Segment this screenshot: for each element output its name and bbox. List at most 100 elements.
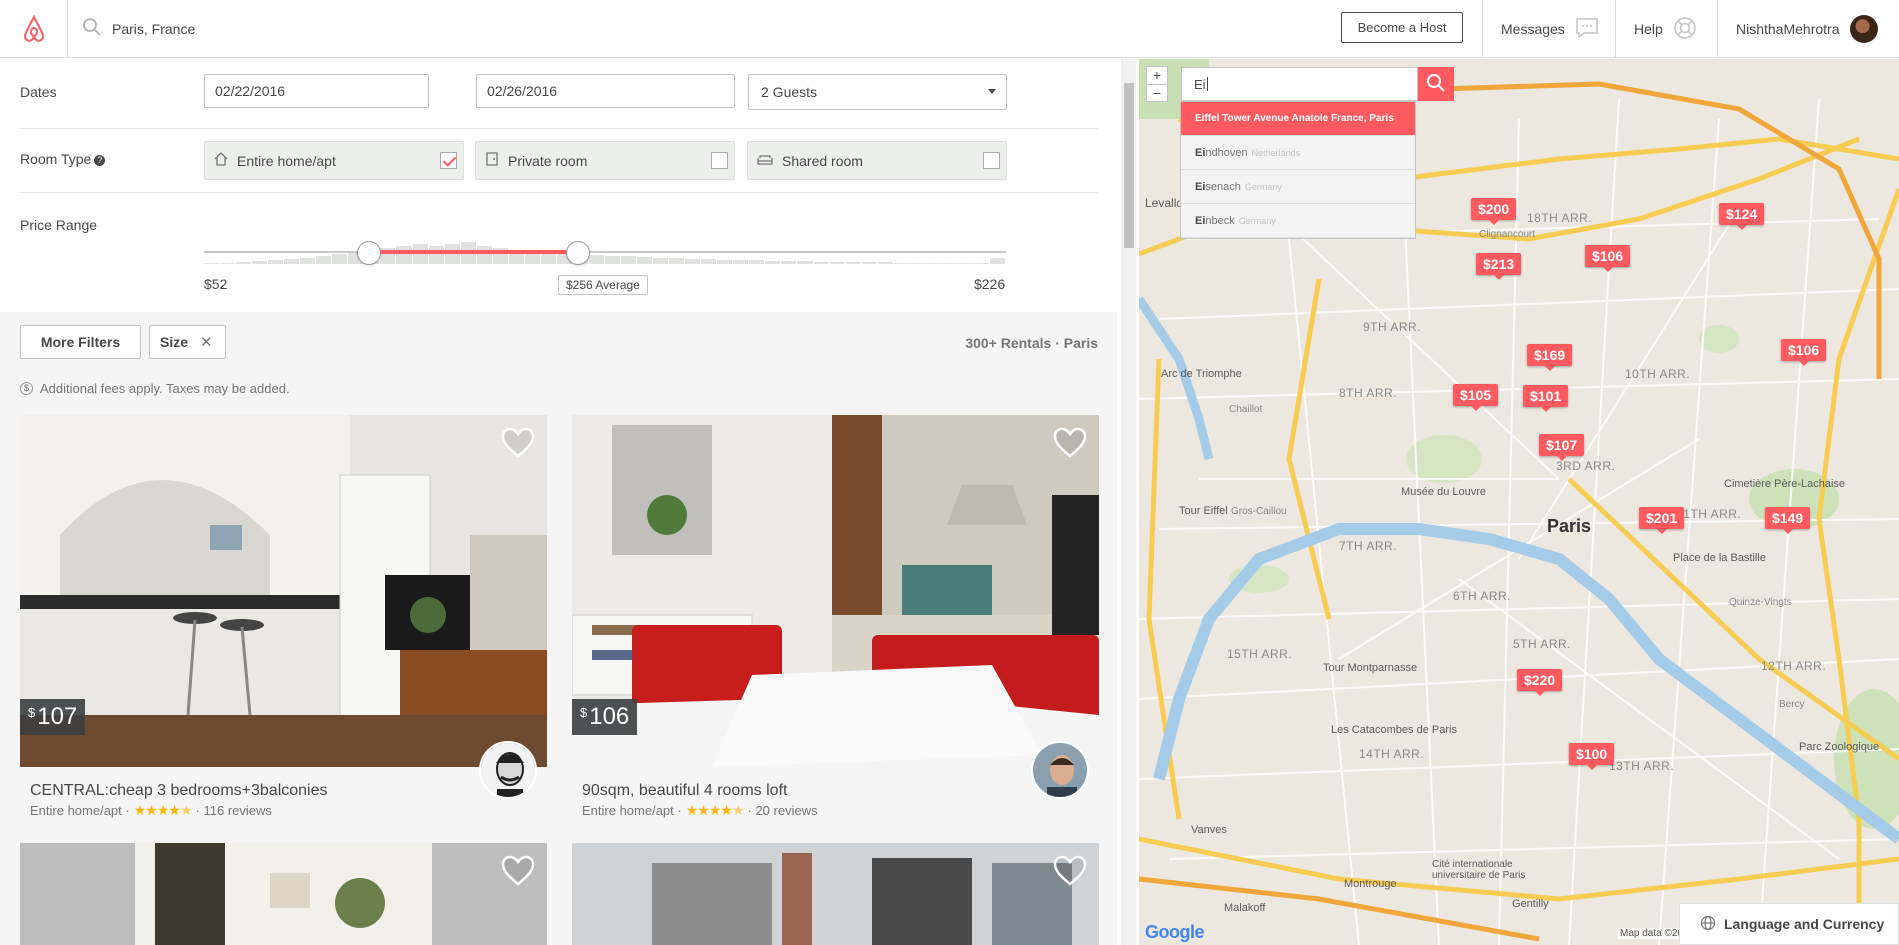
price-min-label: $52 bbox=[204, 276, 228, 292]
map-price-pin[interactable]: $101 bbox=[1523, 385, 1569, 412]
map-label: Bercy bbox=[1779, 699, 1805, 710]
price-range-label: Price Range bbox=[20, 217, 98, 233]
messages-menu[interactable]: Messages bbox=[1482, 0, 1632, 58]
autocomplete-option[interactable]: Ei nbeck Germany bbox=[1181, 204, 1415, 238]
listing-photo[interactable] bbox=[572, 415, 1099, 767]
autocomplete-option[interactable]: Ei senach Germany bbox=[1181, 170, 1415, 204]
autocomplete-option[interactable]: Ei ndhoven Netherlands bbox=[1181, 136, 1415, 170]
map-label: 8TH ARR. bbox=[1339, 386, 1398, 400]
map-panel[interactable]: 18TH ARR. 9TH ARR. 8TH ARR. 7TH ARR. 6TH… bbox=[1139, 59, 1899, 945]
map-price-pin[interactable]: $220 bbox=[1517, 669, 1563, 696]
heart-icon[interactable] bbox=[1053, 855, 1087, 890]
listing-card[interactable] bbox=[572, 843, 1099, 945]
host-avatar[interactable] bbox=[479, 741, 537, 799]
listing-photo[interactable] bbox=[20, 843, 547, 945]
map-label-city: Paris bbox=[1547, 516, 1592, 536]
guests-select[interactable]: 2 Guests bbox=[748, 74, 1007, 110]
histogram-bar bbox=[765, 261, 781, 264]
map-label: Gros-Caillou bbox=[1231, 506, 1287, 517]
room-type-shared-room[interactable]: Shared room bbox=[747, 141, 1007, 180]
size-filter-chip[interactable]: Size ✕ bbox=[149, 325, 226, 359]
entire-home-checkbox[interactable] bbox=[440, 152, 457, 169]
map-price-pin[interactable]: $100 bbox=[1569, 743, 1615, 770]
listing-card[interactable] bbox=[20, 843, 547, 945]
room-type-private-room[interactable]: Private room bbox=[475, 141, 735, 180]
listing-title[interactable]: CENTRAL:cheap 3 bedrooms+3balconies bbox=[30, 782, 328, 800]
fees-note-text: Additional fees apply. Taxes may be adde… bbox=[40, 381, 290, 396]
map-label: Vanves bbox=[1191, 824, 1227, 836]
listing-photo[interactable] bbox=[572, 843, 1099, 945]
histogram-bar bbox=[957, 263, 973, 264]
map-label: 11TH ARR. bbox=[1677, 507, 1742, 521]
map-label: Tour Eiffel bbox=[1179, 505, 1228, 517]
airbnb-logo-icon[interactable] bbox=[0, 0, 68, 58]
price-max-handle[interactable] bbox=[566, 241, 590, 265]
guests-value: 2 Guests bbox=[761, 84, 818, 100]
host-avatar[interactable] bbox=[1031, 741, 1089, 799]
histogram-bar bbox=[909, 263, 925, 264]
map-label: 6TH ARR. bbox=[1453, 589, 1512, 603]
map-price-pin[interactable]: $106 bbox=[1585, 245, 1631, 272]
listing-price-tag: $ 106 bbox=[572, 699, 638, 735]
user-menu[interactable]: NishthaMehrotra bbox=[1717, 0, 1899, 58]
room-type-entire-home[interactable]: Entire home/apt bbox=[204, 141, 464, 180]
shared-room-checkbox[interactable] bbox=[983, 152, 1000, 169]
close-icon[interactable]: ✕ bbox=[200, 333, 213, 351]
price-slider-track[interactable] bbox=[204, 251, 1006, 253]
heart-icon[interactable] bbox=[1053, 427, 1087, 462]
histogram-bar bbox=[733, 260, 749, 264]
listing-reviews[interactable]: 116 reviews bbox=[203, 803, 271, 818]
listing-reviews[interactable]: 20 reviews bbox=[755, 803, 817, 818]
map-label: Tour Montparnasse bbox=[1323, 662, 1418, 674]
heart-icon[interactable] bbox=[501, 855, 535, 890]
results-panel: Dates 02/22/2016 02/26/2016 2 Guests Roo… bbox=[0, 59, 1117, 945]
location-search-input[interactable] bbox=[112, 20, 512, 37]
listing-title[interactable]: 90sqm, beautiful 4 rooms loft bbox=[582, 782, 787, 800]
map-price-pin[interactable]: $201 bbox=[1639, 507, 1685, 534]
private-room-checkbox[interactable] bbox=[711, 152, 728, 169]
zoom-out-button[interactable]: − bbox=[1147, 85, 1167, 102]
histogram-bar bbox=[220, 263, 236, 264]
map-price-pin[interactable]: $106 bbox=[1781, 339, 1827, 366]
map-price-pin[interactable]: $200 bbox=[1471, 198, 1517, 225]
globe-icon bbox=[1700, 915, 1716, 934]
room-type-label: Room Type? bbox=[20, 151, 106, 167]
checkout-input[interactable]: 02/26/2016 bbox=[476, 74, 735, 108]
histogram-bar bbox=[204, 263, 220, 264]
google-logo: Google bbox=[1145, 922, 1205, 942]
map-price-pin[interactable]: $124 bbox=[1719, 203, 1765, 230]
heart-icon[interactable] bbox=[501, 427, 535, 462]
become-host-button[interactable]: Become a Host bbox=[1341, 12, 1463, 43]
listing-photo[interactable] bbox=[20, 415, 547, 767]
zoom-in-button[interactable]: + bbox=[1147, 67, 1167, 85]
help-menu[interactable]: Help bbox=[1615, 0, 1717, 58]
checkin-input[interactable]: 02/22/2016 bbox=[204, 74, 429, 108]
map-price-pin[interactable]: $149 bbox=[1765, 507, 1811, 534]
histogram-bar bbox=[941, 263, 957, 264]
scrollbar-thumb[interactable] bbox=[1124, 83, 1134, 248]
map-price-pin[interactable]: $105 bbox=[1453, 384, 1499, 411]
language-currency-button[interactable]: Language and Currency bbox=[1679, 903, 1899, 945]
map-search-input[interactable]: Ei bbox=[1181, 67, 1418, 101]
histogram-bar bbox=[685, 259, 701, 264]
map-price-pin[interactable]: $107 bbox=[1539, 434, 1585, 461]
map-label: Arc de Triomphe bbox=[1161, 368, 1242, 380]
price-min-handle[interactable] bbox=[357, 241, 381, 265]
histogram-bar bbox=[252, 261, 268, 264]
help-icon[interactable]: ? bbox=[94, 155, 106, 166]
histogram-bar bbox=[701, 259, 717, 264]
lifebuoy-icon bbox=[1673, 16, 1697, 43]
results-scrollbar[interactable] bbox=[1121, 59, 1136, 945]
histogram-bar bbox=[268, 260, 284, 264]
map-label: 3RD ARR. bbox=[1556, 459, 1616, 473]
map-price-pin[interactable]: $213 bbox=[1476, 253, 1522, 280]
histogram-bar bbox=[989, 258, 1005, 264]
map-label: Les Catacombes de Paris bbox=[1331, 724, 1457, 736]
price-max-label: $226 bbox=[974, 276, 1006, 292]
more-filters-button[interactable]: More Filters bbox=[20, 325, 141, 359]
map-label: 14TH ARR. bbox=[1359, 747, 1425, 761]
autocomplete-option[interactable]: Ei ffel Tower Avenue Anatole France, Pari… bbox=[1181, 102, 1415, 136]
map-price-pin[interactable]: $169 bbox=[1527, 344, 1573, 371]
map-search-button[interactable] bbox=[1418, 67, 1454, 101]
door-icon bbox=[484, 151, 500, 170]
